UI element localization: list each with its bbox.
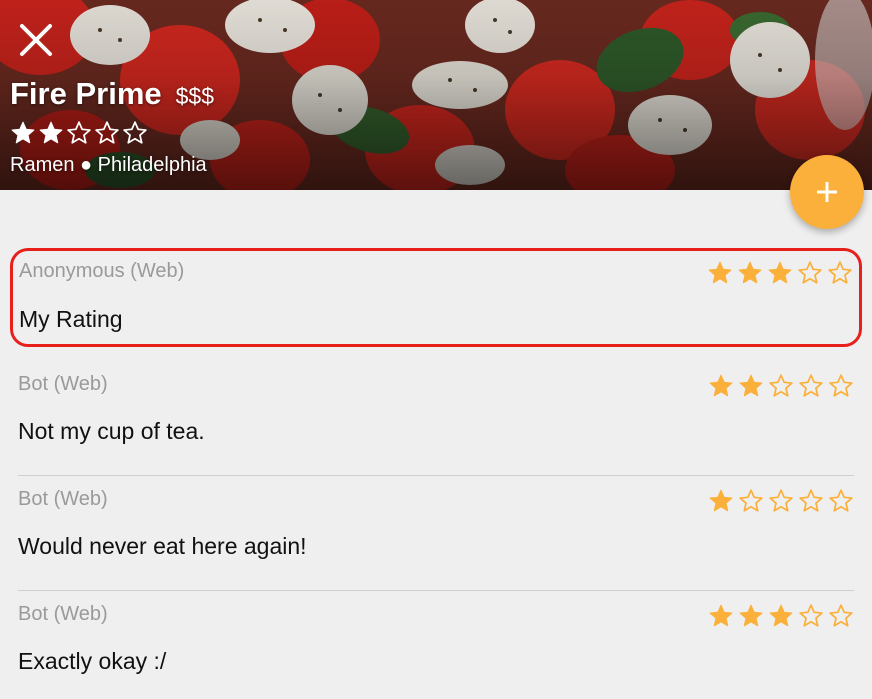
review-text: Would never eat here again! — [18, 533, 307, 559]
review-item[interactable]: Anonymous (Web) My Rating — [10, 248, 862, 347]
restaurant-meta: Ramen ● Philadelphia — [10, 154, 207, 176]
star-outline-icon — [799, 604, 823, 627]
star-outline-icon — [769, 489, 793, 512]
star-filled-icon — [709, 489, 733, 512]
restaurant-page: Fire Prime $$$ Ramen ● Philadelphia Anon… — [0, 0, 872, 699]
star-filled-icon — [739, 604, 763, 627]
review-text: My Rating — [19, 306, 123, 332]
star-filled-icon — [11, 121, 35, 144]
review-rating — [708, 603, 854, 629]
star-filled-icon — [769, 604, 793, 627]
reviews-list: Anonymous (Web) My Rating Bot (Web) Not … — [0, 248, 872, 699]
star-filled-icon — [708, 261, 732, 284]
review-item[interactable]: Bot (Web) Not my cup of tea. — [18, 361, 854, 476]
review-author: Bot (Web) — [18, 603, 108, 625]
plus-icon — [817, 182, 837, 202]
star-filled-icon — [709, 374, 733, 397]
review-item[interactable]: Bot (Web) Exactly okay :/ — [18, 591, 854, 699]
star-outline-icon — [739, 489, 763, 512]
star-outline-icon — [828, 261, 852, 284]
star-outline-icon — [799, 489, 823, 512]
add-review-button[interactable] — [790, 155, 864, 229]
star-outline-icon — [829, 604, 853, 627]
star-outline-icon — [798, 261, 822, 284]
restaurant-header: Fire Prime $$$ Ramen ● Philadelphia — [0, 0, 872, 190]
star-filled-icon — [709, 604, 733, 627]
price-level: $$$ — [175, 83, 214, 109]
review-author: Bot (Web) — [18, 373, 108, 395]
close-icon — [20, 24, 52, 56]
star-outline-icon — [123, 121, 147, 144]
review-rating — [708, 488, 854, 514]
star-filled-icon — [738, 261, 762, 284]
restaurant-rating — [10, 120, 148, 146]
star-outline-icon — [95, 121, 119, 144]
review-author: Anonymous (Web) — [19, 260, 185, 282]
review-item[interactable]: Bot (Web) Would never eat here again! — [18, 476, 854, 591]
title-row: Fire Prime $$$ — [10, 76, 214, 112]
star-outline-icon — [829, 374, 853, 397]
review-text: Exactly okay :/ — [18, 648, 167, 674]
star-outline-icon — [799, 374, 823, 397]
review-rating — [708, 373, 854, 399]
star-outline-icon — [67, 121, 91, 144]
review-rating — [707, 260, 853, 286]
star-outline-icon — [769, 374, 793, 397]
star-filled-icon — [739, 374, 763, 397]
star-outline-icon — [829, 489, 853, 512]
close-button[interactable] — [14, 18, 58, 62]
review-author: Bot (Web) — [18, 488, 108, 510]
star-filled-icon — [39, 121, 63, 144]
review-text: Not my cup of tea. — [18, 418, 205, 444]
star-filled-icon — [768, 261, 792, 284]
restaurant-name: Fire Prime — [10, 76, 162, 111]
